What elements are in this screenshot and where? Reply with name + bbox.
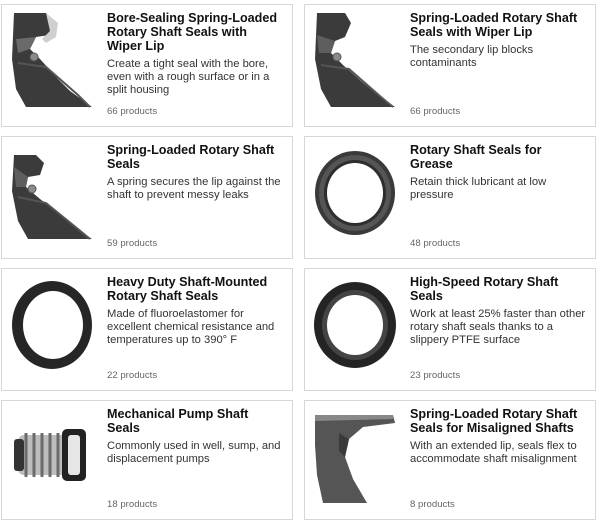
product-count: 48 products xyxy=(410,238,461,249)
product-card-heavy-duty[interactable]: Heavy Duty Shaft-Mounted Rotary Shaft Se… xyxy=(1,268,293,391)
product-count: 66 products xyxy=(107,106,158,117)
profile-seal-wiper-icon xyxy=(6,9,98,113)
product-title[interactable]: Spring-Loaded Rotary Shaft Seals xyxy=(107,143,284,171)
product-count: 18 products xyxy=(107,499,158,510)
profile-seal-wiper-icon xyxy=(309,9,401,113)
product-title[interactable]: Spring-Loaded Rotary Shaft Seals for Mis… xyxy=(410,407,587,435)
seal-ring-icon xyxy=(309,141,401,245)
mechanical-seal-icon xyxy=(6,405,98,509)
product-card-mechanical-pump[interactable]: Mechanical Pump Shaft Seals Commonly use… xyxy=(1,400,293,520)
product-title[interactable]: Rotary Shaft Seals for Grease xyxy=(410,143,587,171)
product-description: A spring secures the lip against the sha… xyxy=(107,176,281,201)
seal-ring-icon xyxy=(6,273,98,377)
product-count: 66 products xyxy=(410,106,461,117)
product-card-grease[interactable]: Rotary Shaft Seals for Grease Retain thi… xyxy=(304,136,596,259)
product-card-wiper-lip[interactable]: Spring-Loaded Rotary Shaft Seals with Wi… xyxy=(304,4,596,127)
product-count: 22 products xyxy=(107,370,158,381)
product-count: 8 products xyxy=(410,499,455,510)
product-description: With an extended lip, seals flex to acco… xyxy=(410,440,577,465)
product-card-bore-sealing[interactable]: Bore-Sealing Spring-Loaded Rotary Shaft … xyxy=(1,4,293,127)
product-card-high-speed[interactable]: High-Speed Rotary Shaft Seals Work at le… xyxy=(304,268,596,391)
product-card-spring-loaded[interactable]: Spring-Loaded Rotary Shaft Seals A sprin… xyxy=(1,136,293,259)
product-title[interactable]: Mechanical Pump Shaft Seals xyxy=(107,407,284,435)
profile-seal-spring-icon xyxy=(6,141,98,245)
product-description: Made of fluoroelastomer for excellent ch… xyxy=(107,308,275,346)
product-title[interactable]: Heavy Duty Shaft-Mounted Rotary Shaft Se… xyxy=(107,275,284,303)
product-card-misaligned[interactable]: Spring-Loaded Rotary Shaft Seals for Mis… xyxy=(304,400,596,520)
product-title[interactable]: Spring-Loaded Rotary Shaft Seals with Wi… xyxy=(410,11,587,39)
product-count: 23 products xyxy=(410,370,461,381)
product-count: 59 products xyxy=(107,238,158,249)
product-title[interactable]: Bore-Sealing Spring-Loaded Rotary Shaft … xyxy=(107,11,284,53)
seal-ring-icon xyxy=(309,273,401,377)
product-description: Retain thick lubricant at low pressure xyxy=(410,176,547,201)
product-description: The secondary lip blocks contaminants xyxy=(410,44,534,69)
product-description: Commonly used in well, sump, and displac… xyxy=(107,440,281,465)
product-title[interactable]: High-Speed Rotary Shaft Seals xyxy=(410,275,587,303)
profile-seal-extended-icon xyxy=(309,405,401,509)
product-description: Create a tight seal with the bore, even … xyxy=(107,58,270,96)
product-description: Work at least 25% faster than other rota… xyxy=(410,308,586,346)
